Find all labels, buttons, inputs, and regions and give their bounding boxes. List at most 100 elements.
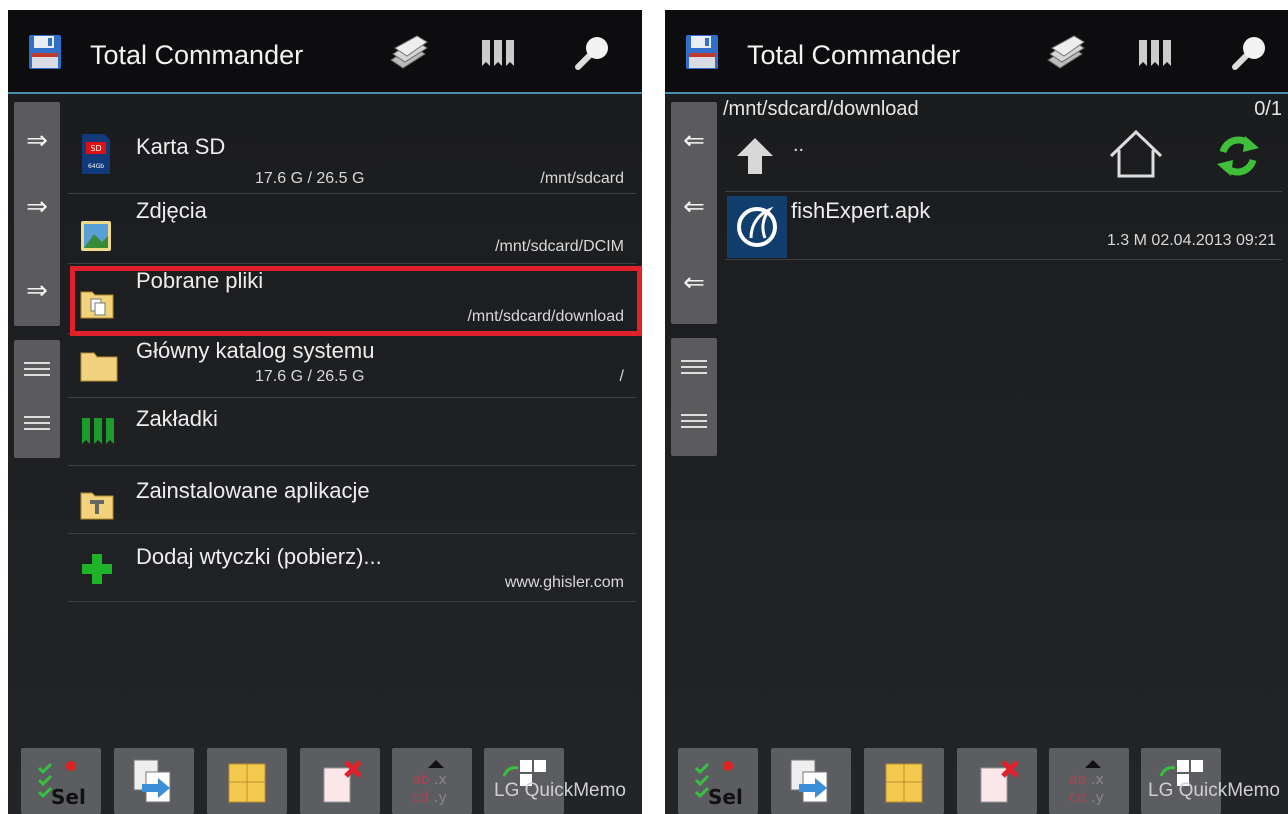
list-item-sd-card[interactable]: SD 64Gb Karta SD 17.6 G / 26.5 G /mnt/sd…	[68, 124, 636, 194]
up-label: ..	[793, 134, 805, 156]
arrow-left-icon[interactable]: ⇐	[671, 262, 717, 302]
copy-button[interactable]	[771, 748, 851, 814]
bookmarks-icon	[82, 418, 114, 444]
refresh-icon[interactable]	[1215, 134, 1261, 178]
svg-text:Sel: Sel	[708, 785, 743, 808]
list-item-apps[interactable]: Zainstalowane aplikacje	[68, 466, 636, 534]
svg-text:SD: SD	[90, 144, 101, 153]
file-meta: 1.3 M 02.04.2013 09:21	[1107, 232, 1276, 250]
item-path: /mnt/sdcard	[540, 170, 624, 187]
list-item-photos[interactable]: Zdjęcia /mnt/sdcard/DCIM	[68, 194, 636, 264]
bookmarks-button[interactable]	[1135, 32, 1179, 74]
arrow-right-icon[interactable]: ⇒	[14, 186, 60, 226]
list-item-root[interactable]: Główny katalog systemu 17.6 G / 26.5 G /	[68, 334, 636, 398]
stacked-files-icon	[1047, 35, 1085, 69]
stacked-files-icon	[390, 35, 428, 69]
svg-text:.y: .y	[434, 790, 447, 806]
file-name: fishExpert.apk	[791, 198, 931, 223]
bookmarks-button[interactable]	[478, 32, 522, 74]
home-icon[interactable]	[1109, 130, 1163, 180]
file-size: 1.3 M	[1106, 232, 1147, 249]
item-name: Zdjęcia	[136, 198, 207, 223]
folder-icon	[80, 352, 118, 382]
pack-button[interactable]	[207, 748, 287, 814]
select-button[interactable]: Sel	[678, 748, 758, 814]
item-path: www.ghisler.com	[504, 574, 624, 591]
rename-icon: ab .x cd .y	[412, 760, 447, 806]
bottom-toolbar: Sel ab .x cd .y LG QuickMemo	[665, 744, 1288, 814]
search-button[interactable]	[1227, 32, 1271, 74]
svg-text:.y: .y	[1091, 790, 1104, 806]
copy-icon	[133, 759, 171, 803]
arrow-left-icon[interactable]: ⇐	[671, 120, 717, 160]
delete-button[interactable]	[957, 748, 1037, 814]
sd-card-icon: SD 64Gb	[82, 134, 110, 174]
arrow-right-icon[interactable]: ⇒	[14, 270, 60, 310]
bookmarks-icon	[1139, 40, 1171, 66]
menu-icon[interactable]	[681, 414, 707, 428]
search-icon	[1232, 37, 1265, 70]
plus-icon	[82, 554, 112, 584]
bottom-toolbar: Sel ab .x cd .y LG QuickMemo	[8, 744, 642, 814]
selection-count: 0/1	[1254, 98, 1282, 120]
up-directory-row[interactable]: ..	[725, 128, 1282, 192]
delete-button[interactable]	[300, 748, 380, 814]
side-strip: ⇐ ⇐ ⇐	[671, 102, 717, 324]
svg-text:ab: ab	[412, 772, 430, 788]
pack-button[interactable]	[864, 748, 944, 814]
side-strip: ⇒ ⇒ ⇒	[14, 102, 60, 326]
svg-text:.x: .x	[434, 772, 447, 788]
copy-panels-button[interactable]	[386, 32, 430, 74]
delete-icon	[980, 760, 1019, 803]
list-item-plugins[interactable]: Dodaj wtyczki (pobierz)... www.ghisler.c…	[68, 534, 636, 602]
select-icon: Sel	[694, 761, 743, 808]
list-item-bookmarks[interactable]: Zakładki	[68, 398, 636, 466]
title-bar: Total Commander	[665, 10, 1288, 94]
photo-folder-icon	[81, 221, 111, 251]
arrow-left-icon[interactable]: ⇐	[671, 186, 717, 226]
bookmarks-icon	[482, 40, 514, 66]
item-size: 17.6 G / 26.5 G	[255, 368, 365, 385]
current-path: /mnt/sdcard/download	[723, 98, 919, 120]
file-date: 02.04.2013	[1151, 232, 1232, 249]
svg-text:Sel: Sel	[51, 785, 86, 808]
menu-icon[interactable]	[24, 416, 50, 430]
svg-text:64Gb: 64Gb	[88, 163, 104, 170]
left-screen: Total Commander ⇒ ⇒ ⇒ SD 64Gb Karta SD 1…	[8, 10, 642, 814]
floppy-disk-icon	[29, 35, 61, 69]
item-name: Zakładki	[136, 406, 218, 431]
selection-highlight	[70, 266, 642, 336]
delete-icon	[323, 760, 362, 803]
rename-icon: ab .x cd .y	[1069, 760, 1104, 806]
item-path: /mnt/sdcard/DCIM	[495, 238, 624, 255]
side-menu-strip	[14, 340, 60, 458]
item-name: Karta SD	[136, 134, 226, 159]
arrow-right-icon[interactable]: ⇒	[14, 120, 60, 160]
item-name: Zainstalowane aplikacje	[136, 478, 370, 503]
side-menu-strip	[671, 338, 717, 456]
right-screen: Total Commander ⇐ ⇐ ⇐ /mnt/sdcard/downlo…	[665, 10, 1288, 814]
app-title: Total Commander	[747, 40, 961, 70]
item-name: Dodaj wtyczki (pobierz)...	[136, 544, 382, 569]
rename-button[interactable]: ab .x cd .y	[1049, 748, 1129, 814]
floppy-disk-icon	[686, 35, 718, 69]
title-bar: Total Commander	[8, 10, 642, 94]
search-icon	[575, 37, 608, 70]
app-title: Total Commander	[90, 40, 304, 70]
search-button[interactable]	[570, 32, 614, 74]
copy-button[interactable]	[114, 748, 194, 814]
copy-panels-button[interactable]	[1043, 32, 1087, 74]
menu-icon[interactable]	[24, 362, 50, 376]
svg-text:.x: .x	[1091, 772, 1104, 788]
item-path: /	[619, 368, 624, 385]
rename-button[interactable]: ab .x cd .y	[392, 748, 472, 814]
menu-icon[interactable]	[681, 360, 707, 374]
file-row[interactable]: fishExpert.apk 1.3 M 02.04.2013 09:21	[725, 192, 1282, 260]
svg-text:cd: cd	[412, 790, 429, 806]
app-icon	[727, 196, 787, 258]
select-button[interactable]: Sel	[21, 748, 101, 814]
select-icon: Sel	[37, 761, 86, 808]
watermark: LG QuickMemo	[1148, 780, 1280, 801]
item-name: Główny katalog systemu	[136, 338, 375, 363]
svg-text:cd: cd	[1069, 790, 1086, 806]
